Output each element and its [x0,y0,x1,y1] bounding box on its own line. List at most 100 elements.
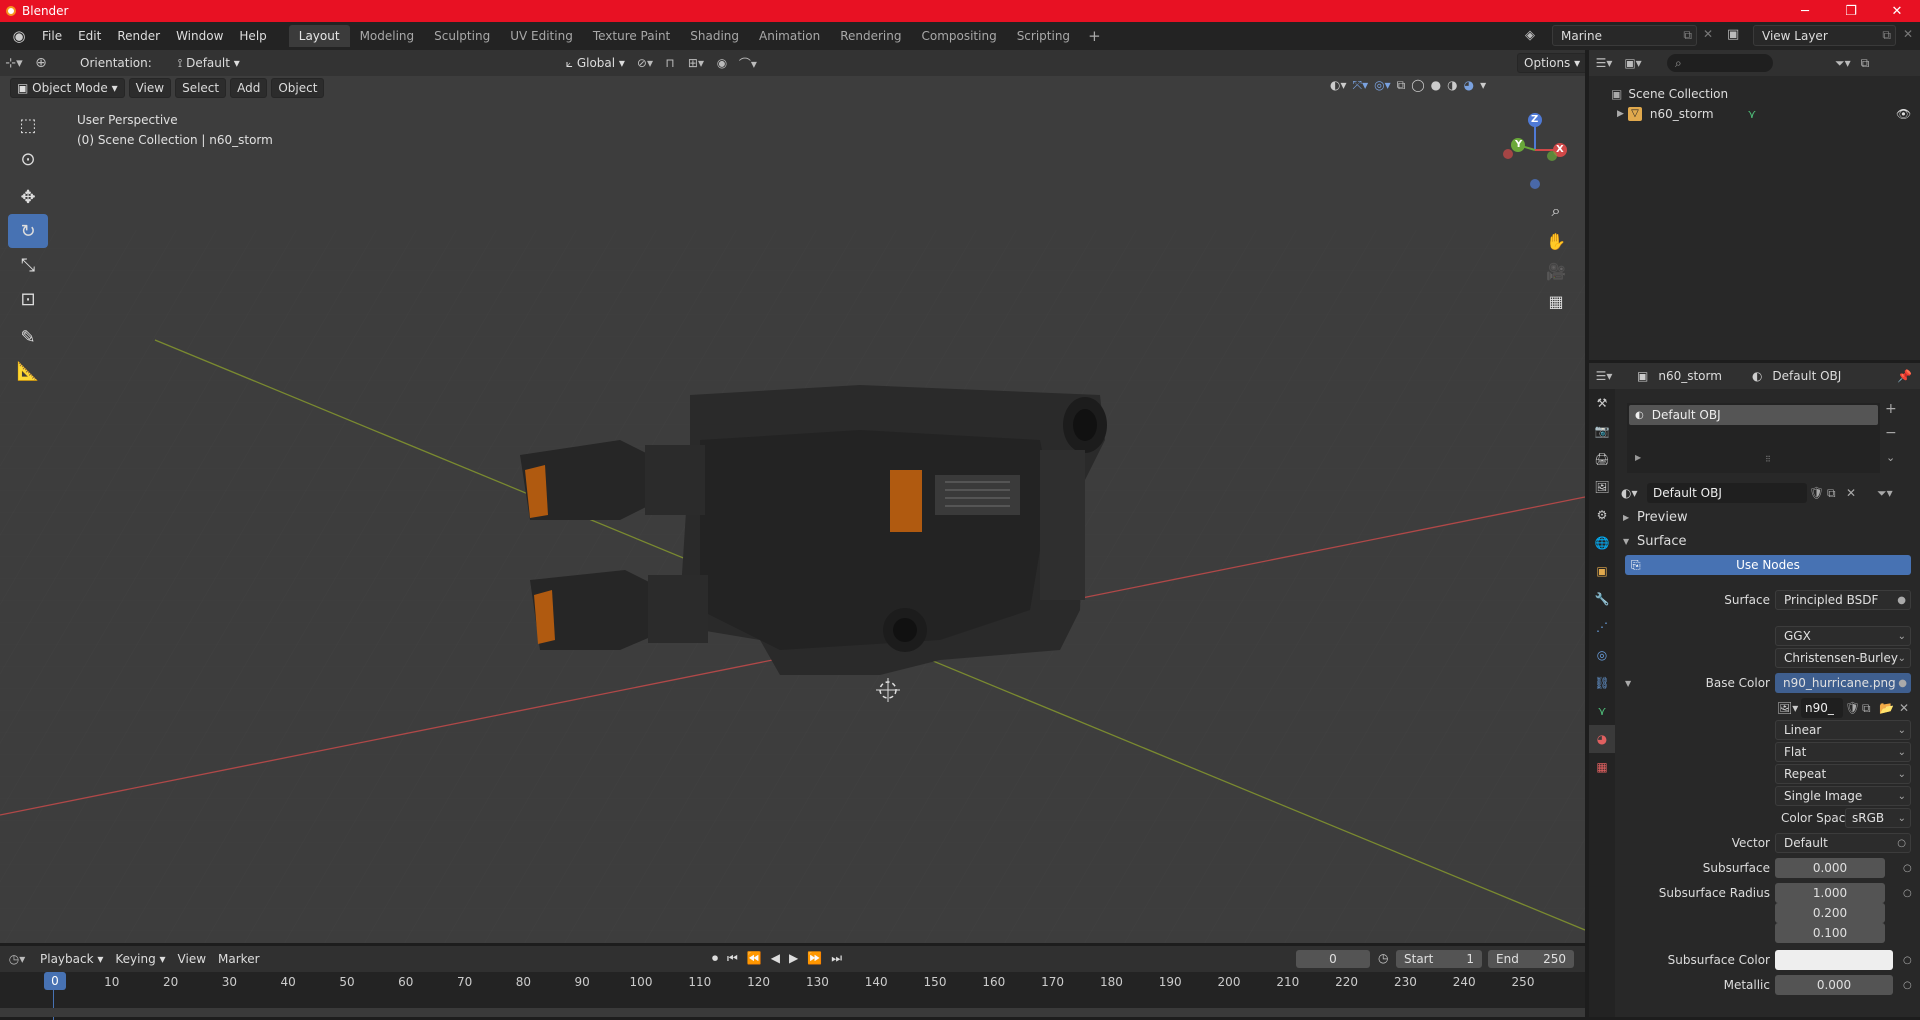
gizmo-y-label[interactable]: Y [1515,139,1522,150]
blender-logo-icon[interactable]: ◉ [10,27,28,45]
material-tab-icon[interactable]: ◕ [1589,725,1615,753]
data-tab-icon[interactable]: ⋎ [1589,697,1615,725]
menu-render[interactable]: Render [109,26,168,46]
base-color-expand-icon[interactable]: ▼ [1625,679,1631,688]
orientation-dropdown[interactable]: ⟟ Default ▾ [172,56,270,71]
transform-tool-icon[interactable]: ⊡ [8,282,48,316]
subsurface-color-swatch[interactable] [1775,950,1893,970]
color-space-dropdown[interactable]: sRGB ⌄ [1845,808,1911,828]
current-frame-field[interactable]: 0 [1296,950,1370,968]
maximize-button[interactable]: ❐ [1828,0,1874,22]
modifier-tab-icon[interactable]: 🔧 [1589,585,1615,613]
image-name-field[interactable]: n90_ [1801,698,1843,718]
expand-arrow-icon[interactable]: ▶ [1617,109,1624,119]
display-mode-icon[interactable]: ▣▾ [1619,56,1647,70]
delete-scene-icon[interactable]: ✕ [1703,27,1713,41]
surface-shader-field[interactable]: Principled BSDF ● [1775,590,1911,610]
transform-pivot-icon[interactable]: ⊕ [28,55,54,71]
gizmo-x-label[interactable]: X [1556,144,1564,155]
extension-dropdown[interactable]: Repeat ⌄ [1775,764,1911,784]
gizmo-z-label[interactable]: Z [1531,114,1538,125]
texture-tab-icon[interactable]: ▦ [1589,753,1615,781]
world-tab-icon[interactable]: 🌐 [1589,529,1615,557]
subsurface-radius-z-field[interactable]: 0.100 [1775,923,1885,943]
move-tool-icon[interactable]: ✥ [8,180,48,214]
new-image-icon[interactable]: ⧉ [1862,701,1871,716]
scene-name-field[interactable]: Marine ⧉ [1552,25,1697,46]
menu-edit[interactable]: Edit [70,26,109,46]
menu-playback[interactable]: Playback ▾ [34,952,109,966]
socket-icon[interactable]: ○ [1903,955,1912,966]
menu-file[interactable]: File [34,26,70,46]
slot-menu-icon[interactable]: ⌄ [1886,451,1895,464]
new-view-layer-icon[interactable]: ⧉ [1882,28,1891,43]
cursor-tool-icon[interactable]: ⊙ [8,142,48,176]
material-link-icon[interactable]: ⏷▾ [1877,486,1893,501]
add-workspace-button[interactable]: + [1080,25,1109,47]
menu-marker[interactable]: Marker [212,952,265,966]
visibility-eye-icon[interactable]: 👁 [1896,107,1911,121]
socket-icon[interactable]: ○ [1903,980,1912,991]
next-keyframe-icon[interactable]: ⏩ [807,951,822,966]
remove-slot-icon[interactable]: − [1885,425,1897,441]
rotate-tool-icon[interactable]: ↻ [8,214,48,248]
base-color-field[interactable]: n90_hurricane.png ● [1775,673,1911,693]
overlay-toggle-icon[interactable]: ◎▾ [1374,78,1391,93]
xray-toggle-icon[interactable]: ⧉ [1397,78,1406,93]
snap-icon[interactable]: ⊓ [659,56,681,70]
tab-scripting[interactable]: Scripting [1007,25,1080,47]
interpolation-dropdown[interactable]: Linear ⌄ [1775,720,1911,740]
tab-animation[interactable]: Animation [749,25,830,47]
material-name-field[interactable]: Default OBJ [1647,483,1807,503]
view-layer-tab-icon[interactable]: 🖼 [1589,473,1615,501]
image-browse-icon[interactable]: 🖼▾ [1777,701,1798,715]
source-dropdown[interactable]: Single Image ⌄ [1775,786,1911,806]
distribution-dropdown[interactable]: GGX ⌄ [1775,626,1911,646]
tab-layout[interactable]: Layout [288,25,350,47]
resize-handle-icon[interactable]: ⠿ [1765,455,1771,464]
subsurface-radius-x-field[interactable]: 1.000 [1775,883,1885,903]
vector-field[interactable]: Default ○ [1775,833,1911,853]
camera-view-icon[interactable]: 🎥 [1542,257,1570,285]
record-icon[interactable]: ⏺ [712,951,718,966]
menu-timeline-view[interactable]: View [172,952,212,966]
surface-panel-header[interactable]: ▼ Surface [1619,530,1920,552]
tab-texture-paint[interactable]: Texture Paint [583,25,680,47]
annotate-tool-icon[interactable]: ✎ [8,320,48,354]
menu-object[interactable]: Object [271,78,325,98]
outliner-row-n60-storm[interactable]: ▶ ▽ n60_storm ⋎ 👁 [1589,104,1920,124]
socket-icon[interactable]: ○ [1903,863,1912,874]
wireframe-shading-icon[interactable]: ◯ [1411,78,1424,93]
tab-sculpting[interactable]: Sculpting [424,25,500,47]
preview-range-icon[interactable]: ◷ [1378,951,1388,965]
rendered-shading-icon[interactable]: ◕ [1464,78,1474,93]
prev-keyframe-icon[interactable]: ⏪ [747,951,762,966]
scene-selector-icon[interactable]: ◈ [1525,28,1535,43]
pin-icon[interactable]: 📌 [1897,369,1912,383]
render-tab-icon[interactable]: 📷 [1589,417,1615,445]
fake-user-icon[interactable]: 🛡 [1809,486,1824,500]
proportional-edit-icon[interactable]: ◉ [711,56,733,70]
pivot-point-icon[interactable]: ⊘▾ [631,56,659,70]
delete-view-layer-icon[interactable]: ✕ [1903,27,1913,41]
select-box-icon[interactable]: ⬚ [8,108,48,142]
view-layer-icon[interactable]: ▣ [1727,27,1739,42]
preview-panel-header[interactable]: ▶ Preview [1619,506,1920,528]
use-nodes-button[interactable]: ⎘ Use Nodes [1625,555,1911,575]
add-slot-icon[interactable]: + [1885,401,1897,417]
mode-dropdown[interactable]: ▣ Object Mode ▾ [10,78,125,98]
menu-select[interactable]: Select [175,78,227,98]
frame-ruler[interactable]: 0 10 20 30 40 50 60 70 80 90 100 110 120 130 140 150 160… [0,972,1585,1020]
pan-hand-icon[interactable]: ✋ [1542,227,1570,255]
gizmo-toggle-icon[interactable]: ⤧▾ [1353,78,1369,93]
object-tab-icon[interactable]: ▣ [1589,557,1615,585]
tab-uv-editing[interactable]: UV Editing [500,25,583,47]
tab-shading[interactable]: Shading [680,25,749,47]
particles-tab-icon[interactable]: ⋰ [1589,613,1615,641]
start-frame-field[interactable]: Start 1 [1396,950,1482,968]
view-layer-field[interactable]: View Layer ⧉ [1753,25,1896,46]
unlink-image-icon[interactable]: ✕ [1899,701,1909,715]
menu-help[interactable]: Help [231,26,274,46]
falloff-icon[interactable]: ⌒▾ [733,55,763,72]
new-collection-icon[interactable]: ⧉ [1861,56,1870,71]
